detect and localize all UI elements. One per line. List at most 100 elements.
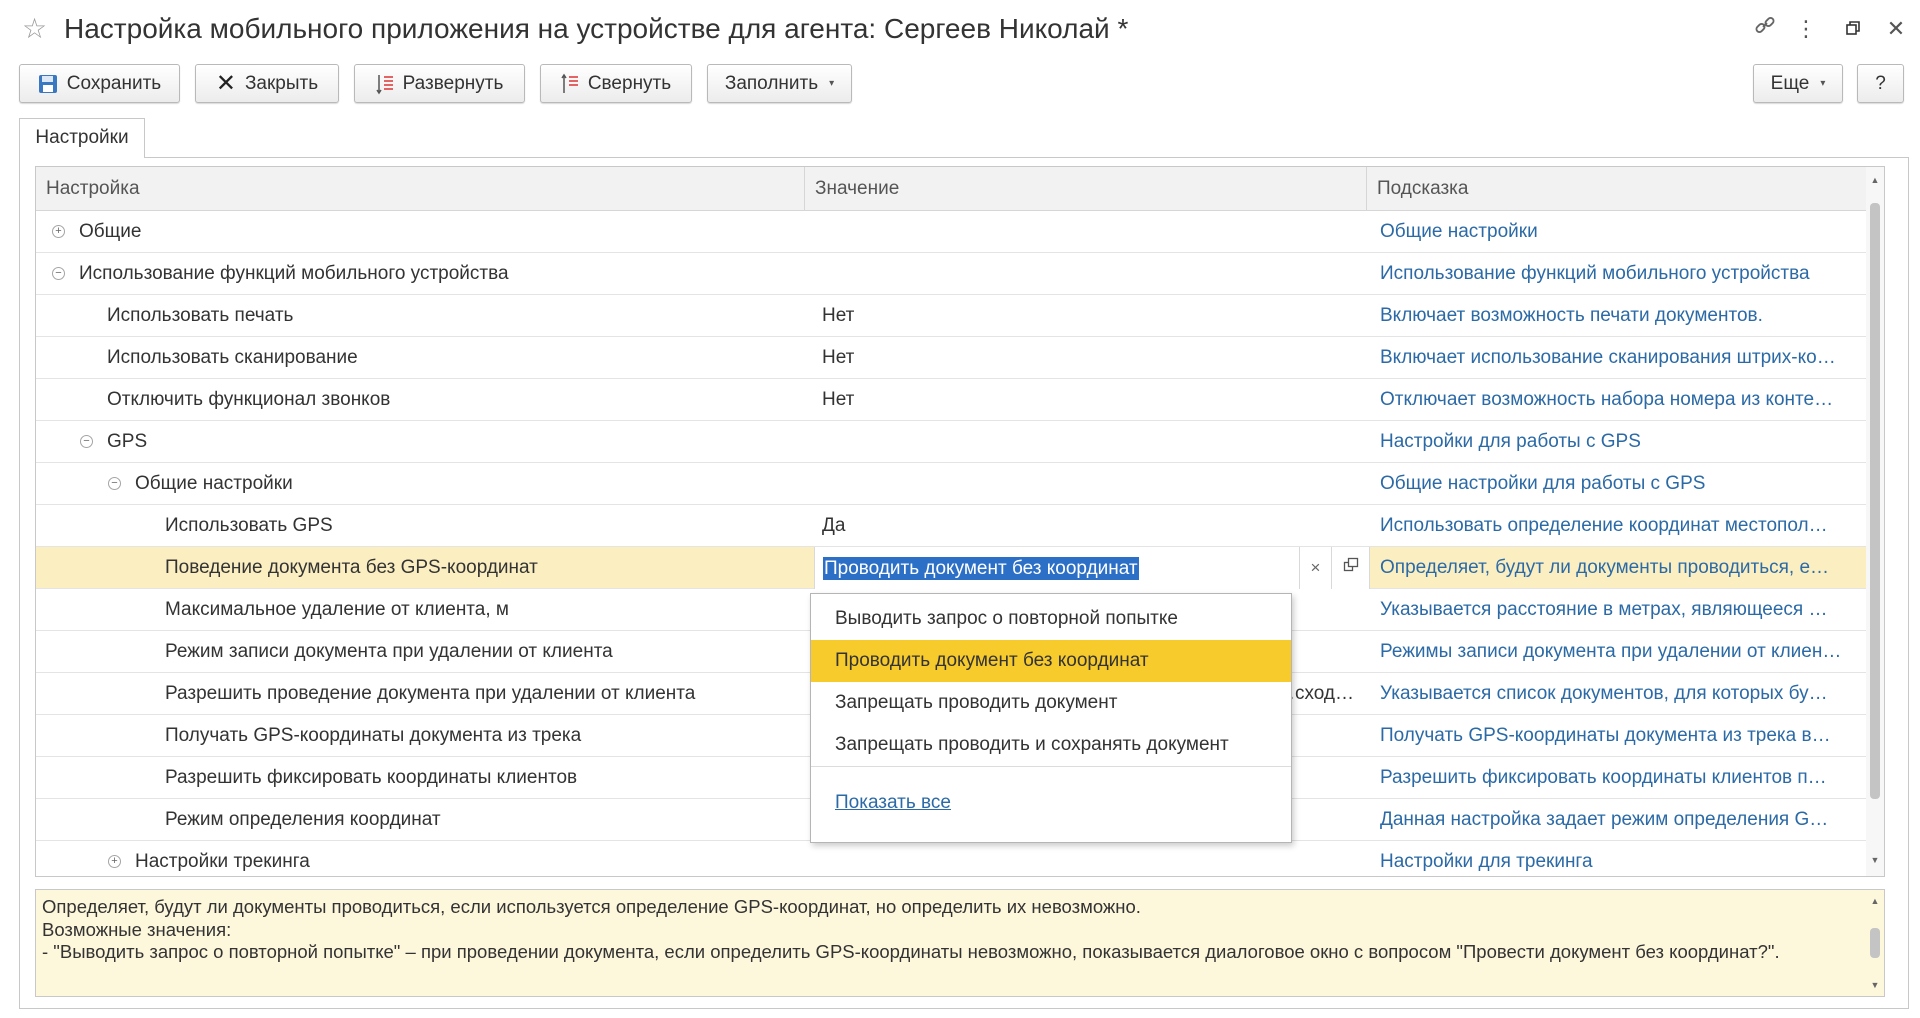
dropdown-arrow-icon: ▾ bbox=[1820, 78, 1826, 89]
setting-name: Использовать GPS bbox=[165, 515, 333, 536]
setting-hint-link[interactable]: Разрешить фиксировать координаты клиенто… bbox=[1372, 757, 1862, 799]
setting-hint-link[interactable]: Использование функций мобильного устройс… bbox=[1372, 253, 1862, 295]
setting-hint-link[interactable]: Общие настройки для работы с GPS bbox=[1372, 463, 1862, 505]
value-input-selected-text[interactable]: Проводить документ без координат bbox=[823, 557, 1139, 580]
column-header-setting[interactable]: Настройка bbox=[36, 167, 805, 211]
close-button[interactable]: ✕ Закрыть bbox=[195, 64, 339, 103]
expand-icon bbox=[376, 74, 393, 94]
setting-name-cell: Поведение документа без GPS-координат bbox=[36, 547, 806, 589]
fill-label: Заполнить bbox=[724, 72, 819, 94]
setting-value-cell[interactable]: Нет bbox=[814, 337, 1364, 379]
fill-button[interactable]: Заполнить ▾ bbox=[707, 64, 852, 103]
table-row[interactable]: + Настройки трекинга Настройки для трекинг… bbox=[36, 841, 1868, 876]
setting-value-cell[interactable] bbox=[814, 211, 1364, 253]
setting-hint-link[interactable]: Определяет, будут ли документы проводить… bbox=[1372, 547, 1862, 589]
more-button[interactable]: Еще ▾ bbox=[1753, 64, 1843, 103]
setting-name: Общие настройки bbox=[135, 473, 293, 494]
setting-value-cell[interactable] bbox=[814, 841, 1364, 876]
dropdown-option[interactable]: Запрещать проводить и сохранять документ bbox=[811, 724, 1291, 766]
setting-hint-link[interactable]: Использовать определение координат место… bbox=[1372, 505, 1862, 547]
more-vertical-icon[interactable]: ⋮ bbox=[1791, 14, 1821, 44]
setting-name-cell: Режим определения координат bbox=[36, 799, 806, 841]
setting-name-cell: Использовать GPS bbox=[36, 505, 806, 547]
setting-hint-link[interactable]: Настройки для трекинга bbox=[1372, 841, 1862, 876]
scroll-thumb[interactable] bbox=[1870, 203, 1880, 799]
setting-name: Поведение документа без GPS-координат bbox=[165, 557, 538, 578]
table-row[interactable]: − Общие настройки Общие настройки для рабо… bbox=[36, 463, 1868, 505]
table-row[interactable]: Использовать GPS Да Использовать определен… bbox=[36, 505, 1868, 547]
setting-name: Разрешить фиксировать координаты клиенто… bbox=[165, 767, 578, 788]
setting-hint-link[interactable]: Указывается расстояние в метрах, являюще… bbox=[1372, 589, 1862, 631]
collapse-node-icon[interactable]: − bbox=[80, 435, 93, 448]
close-window-icon[interactable]: ✕ bbox=[1881, 14, 1911, 44]
table-scrollbar[interactable]: ▲ ▼ bbox=[1866, 167, 1884, 876]
setting-name: Отключить функционал звонков bbox=[107, 389, 391, 410]
open-value-icon[interactable] bbox=[1331, 547, 1369, 589]
table-row-selected[interactable]: Поведение документа без GPS-координат Про… bbox=[36, 547, 1868, 589]
table-row[interactable]: Использовать сканирование Нет Включает исп… bbox=[36, 337, 1868, 379]
setting-name-cell: Использовать сканирование bbox=[36, 337, 806, 379]
table-row[interactable]: Использовать печать Нет Включает возможнос… bbox=[36, 295, 1868, 337]
hint-scrollbar[interactable]: ▲ ▼ bbox=[1866, 890, 1884, 996]
collapse-button[interactable]: Свернуть bbox=[540, 64, 692, 103]
table-row[interactable]: + Общие Общие настройки bbox=[36, 211, 1868, 253]
setting-value-cell[interactable] bbox=[814, 421, 1364, 463]
setting-hint-link[interactable]: Настройки для работы с GPS bbox=[1372, 421, 1862, 463]
setting-value-cell[interactable] bbox=[814, 253, 1364, 295]
expand-node-icon[interactable]: + bbox=[52, 225, 65, 238]
scroll-thumb[interactable] bbox=[1870, 928, 1880, 958]
table-row[interactable]: − GPS Настройки для работы с GPS bbox=[36, 421, 1868, 463]
setting-hint-link[interactable]: Отключает возможность набора номера из к… bbox=[1372, 379, 1862, 421]
setting-name: Использовать печать bbox=[107, 305, 294, 326]
dropdown-option[interactable]: Выводить запрос о повторной попытке bbox=[811, 598, 1291, 640]
setting-hint-link[interactable]: Данная настройка задает режим определени… bbox=[1372, 799, 1862, 841]
table-row[interactable]: Отключить функционал звонков Нет Отключает… bbox=[36, 379, 1868, 421]
restore-window-icon[interactable] bbox=[1838, 14, 1868, 44]
close-label: Закрыть bbox=[244, 72, 319, 94]
setting-hint-link[interactable]: Включает использование сканирования штри… bbox=[1372, 337, 1862, 379]
dropdown-option[interactable]: Запрещать проводить документ bbox=[811, 682, 1291, 724]
window-title: Настройка мобильного приложения на устро… bbox=[64, 13, 1129, 44]
setting-hint-link[interactable]: Указывается список документов, для котор… bbox=[1372, 673, 1862, 715]
clear-value-icon[interactable]: × bbox=[1299, 547, 1331, 589]
scroll-up-icon[interactable]: ▲ bbox=[1866, 894, 1884, 908]
close-icon: ✕ bbox=[215, 69, 236, 97]
setting-hint-link[interactable]: Включает возможность печати документов. bbox=[1372, 295, 1862, 337]
collapse-node-icon[interactable]: − bbox=[108, 477, 121, 490]
scroll-up-icon[interactable]: ▲ bbox=[1866, 173, 1884, 187]
scroll-down-icon[interactable]: ▼ bbox=[1866, 853, 1884, 867]
dropdown-option-highlighted[interactable]: Проводить документ без координат bbox=[811, 640, 1291, 682]
column-header-hint[interactable]: Подсказка bbox=[1367, 167, 1868, 211]
save-button[interactable]: Сохранить bbox=[19, 64, 180, 103]
setting-name-cell: − Использование функций мобильного устрой… bbox=[36, 253, 806, 295]
setting-value-cell[interactable]: Нет bbox=[814, 379, 1364, 421]
setting-hint-link[interactable]: Режимы записи документа при удалении от … bbox=[1372, 631, 1862, 673]
help-label: ? bbox=[1875, 72, 1886, 94]
setting-name-cell: + Общие bbox=[36, 211, 806, 253]
setting-value-cell[interactable]: Нет bbox=[814, 295, 1364, 337]
setting-name-cell: − Общие настройки bbox=[36, 463, 806, 505]
setting-name: GPS bbox=[107, 431, 148, 452]
setting-name: Общие bbox=[79, 221, 142, 242]
collapse-label: Свернуть bbox=[587, 72, 672, 94]
favorite-star-icon[interactable]: ☆ bbox=[22, 14, 47, 44]
setting-hint-link[interactable]: Получать GPS-координаты документа из тре… bbox=[1372, 715, 1862, 757]
dropdown-arrow-icon: ▾ bbox=[829, 78, 835, 89]
expand-button[interactable]: Развернуть bbox=[354, 64, 525, 103]
column-header-value[interactable]: Значение bbox=[805, 167, 1367, 211]
help-button[interactable]: ? bbox=[1857, 64, 1904, 103]
tab-settings[interactable]: Настройки bbox=[19, 118, 145, 158]
setting-hint-link[interactable]: Общие настройки bbox=[1372, 211, 1862, 253]
setting-name-cell: Разрешить проведение документа при удале… bbox=[36, 673, 806, 715]
link-icon[interactable] bbox=[1750, 14, 1780, 44]
show-all-link[interactable]: Показать все bbox=[835, 792, 951, 814]
expand-node-icon[interactable]: + bbox=[108, 855, 121, 868]
table-row[interactable]: − Использование функций мобильного устрой… bbox=[36, 253, 1868, 295]
scroll-down-icon[interactable]: ▼ bbox=[1866, 978, 1884, 992]
value-editor[interactable]: Проводить документ без координат × bbox=[814, 547, 1370, 589]
setting-value-cell[interactable] bbox=[814, 463, 1364, 505]
collapse-icon bbox=[561, 73, 578, 93]
title-bar: ☆ Настройка мобильного приложения на уст… bbox=[0, 0, 1920, 60]
setting-value-cell[interactable]: Да bbox=[814, 505, 1364, 547]
collapse-node-icon[interactable]: − bbox=[52, 267, 65, 280]
